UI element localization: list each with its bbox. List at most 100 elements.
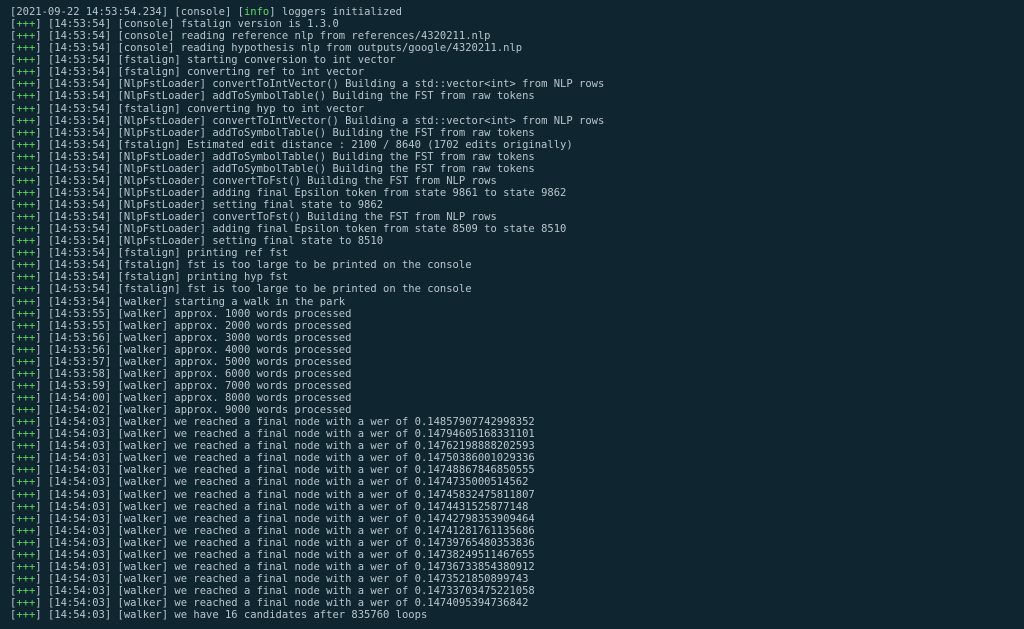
log-message: addToSymbolTable() Building the FST from… xyxy=(212,90,534,102)
logger-tag: [NlpFstLoader] xyxy=(118,127,207,139)
log-message: setting final state to 8510 xyxy=(212,235,383,247)
plus-marker: +++ xyxy=(16,54,35,66)
log-line: [2021-09-22 14:53:54.234] [console] [inf… xyxy=(10,6,1014,18)
logger-tag: [walker] xyxy=(118,476,169,488)
log-line: [+++] [14:54:03] [walker] we reached a f… xyxy=(10,464,1014,476)
plus-marker: +++ xyxy=(16,332,35,344)
logger-tag: [fstalign] xyxy=(118,66,181,78)
log-message: convertToIntVector() Building a std::vec… xyxy=(212,78,604,90)
plus-marker: +++ xyxy=(16,549,35,561)
plus-marker: +++ xyxy=(16,103,35,115)
log-line: [+++] [14:54:03] [walker] we have 16 can… xyxy=(10,609,1014,621)
log-message: fst is too large to be printed on the co… xyxy=(187,259,471,271)
plus-marker: +++ xyxy=(16,452,35,464)
log-message: addToSymbolTable() Building the FST from… xyxy=(212,127,534,139)
log-line: [+++] [14:54:03] [walker] we reached a f… xyxy=(10,513,1014,525)
log-line: [+++] [14:54:03] [walker] we reached a f… xyxy=(10,440,1014,452)
logger-tag: [walker] xyxy=(118,452,169,464)
logger-tag: [NlpFstLoader] xyxy=(118,199,207,211)
logger-tag: [NlpFstLoader] xyxy=(118,235,207,247)
plus-marker: +++ xyxy=(16,501,35,513)
plus-marker: +++ xyxy=(16,476,35,488)
log-line: [+++] [14:53:56] [walker] approx. 3000 w… xyxy=(10,332,1014,344)
log-message: approx. 6000 words processed xyxy=(174,368,351,380)
timestamp: [14:53:54] xyxy=(48,127,111,139)
logger-tag: [console] xyxy=(118,18,175,30)
log-message: approx. 1000 words processed xyxy=(174,308,351,320)
log-message: adding final Epsilon token from state 85… xyxy=(212,223,566,235)
log-line: [+++] [14:53:54] [NlpFstLoader] addToSym… xyxy=(10,90,1014,102)
log-message: approx. 3000 words processed xyxy=(174,332,351,344)
log-message: Estimated edit distance : 2100 / 8640 (1… xyxy=(187,139,573,151)
log-message: we reached a final node with a wer of 0.… xyxy=(174,489,534,501)
plus-marker: +++ xyxy=(16,127,35,139)
timestamp: [14:54:03] xyxy=(48,513,111,525)
logger-tag: [fstalign] xyxy=(118,259,181,271)
log-line: [+++] [14:54:03] [walker] we reached a f… xyxy=(10,597,1014,609)
log-message: we reached a final node with a wer of 0.… xyxy=(174,440,534,452)
log-message: addToSymbolTable() Building the FST from… xyxy=(212,151,534,163)
log-line: [+++] [14:54:00] [walker] approx. 8000 w… xyxy=(10,392,1014,404)
logger-tag: [walker] xyxy=(118,404,169,416)
plus-marker: +++ xyxy=(16,283,35,295)
log-message: converting ref to int vector xyxy=(187,66,364,78)
log-message: approx. 7000 words processed xyxy=(174,380,351,392)
log-line: [+++] [14:53:54] [NlpFstLoader] addToSym… xyxy=(10,163,1014,175)
timestamp: [14:53:54] xyxy=(48,296,111,308)
log-message: converting hyp to int vector xyxy=(187,103,364,115)
terminal-output: [2021-09-22 14:53:54.234] [console] [inf… xyxy=(10,6,1014,621)
logger-tag: [walker] xyxy=(118,585,169,597)
log-line: [+++] [14:54:02] [walker] approx. 9000 w… xyxy=(10,404,1014,416)
timestamp: [14:53:54] xyxy=(48,66,111,78)
timestamp: [14:53:55] xyxy=(48,308,111,320)
log-message: we reached a final node with a wer of 0.… xyxy=(174,549,534,561)
log-line: [+++] [14:53:54] [fstalign] Estimated ed… xyxy=(10,139,1014,151)
plus-marker: +++ xyxy=(16,66,35,78)
logger-tag: [NlpFstLoader] xyxy=(118,211,207,223)
plus-marker: +++ xyxy=(16,139,35,151)
logger-tag: [walker] xyxy=(118,380,169,392)
timestamp: [14:53:54] xyxy=(48,151,111,163)
logger-tag: [NlpFstLoader] xyxy=(118,151,207,163)
plus-marker: +++ xyxy=(16,90,35,102)
timestamp: [14:54:00] xyxy=(48,392,111,404)
log-message: fst is too large to be printed on the co… xyxy=(187,283,471,295)
log-line: [+++] [14:53:54] [console] fstalign vers… xyxy=(10,18,1014,30)
plus-marker: +++ xyxy=(16,344,35,356)
timestamp: [14:53:54] xyxy=(48,211,111,223)
plus-marker: +++ xyxy=(16,561,35,573)
timestamp: [14:54:03] xyxy=(48,573,111,585)
log-message: approx. 2000 words processed xyxy=(174,320,351,332)
plus-marker: +++ xyxy=(16,151,35,163)
log-line: [+++] [14:53:54] [NlpFstLoader] setting … xyxy=(10,199,1014,211)
log-message: reading reference nlp from references/43… xyxy=(181,30,491,42)
log-message: we reached a final node with a wer of 0.… xyxy=(174,476,528,488)
plus-marker: +++ xyxy=(16,404,35,416)
logger-tag: [walker] xyxy=(118,573,169,585)
timestamp: [14:53:56] xyxy=(48,332,111,344)
log-line: [+++] [14:53:54] [fstalign] converting r… xyxy=(10,66,1014,78)
logger-tag: [walker] xyxy=(118,561,169,573)
log-message: adding final Epsilon token from state 98… xyxy=(212,187,566,199)
log-line: [+++] [14:54:03] [walker] we reached a f… xyxy=(10,585,1014,597)
timestamp: [14:53:54] xyxy=(48,139,111,151)
log-message: approx. 9000 words processed xyxy=(174,404,351,416)
timestamp: [14:54:03] xyxy=(48,428,111,440)
plus-marker: +++ xyxy=(16,235,35,247)
plus-marker: +++ xyxy=(16,259,35,271)
timestamp: [14:53:54] xyxy=(48,223,111,235)
timestamp: [14:53:54] xyxy=(48,163,111,175)
logger-tag: [walker] xyxy=(118,356,169,368)
log-line: [+++] [14:53:54] [NlpFstLoader] addToSym… xyxy=(10,127,1014,139)
log-line: [+++] [14:53:54] [NlpFstLoader] addToSym… xyxy=(10,151,1014,163)
logger-tag: [walker] xyxy=(118,464,169,476)
timestamp: [14:53:54] xyxy=(48,259,111,271)
plus-marker: +++ xyxy=(16,440,35,452)
timestamp: [14:54:03] xyxy=(48,549,111,561)
logger-tag: [walker] xyxy=(118,513,169,525)
plus-marker: +++ xyxy=(16,42,35,54)
log-line: [+++] [14:53:54] [fstalign] fst is too l… xyxy=(10,283,1014,295)
logger-tag: [walker] xyxy=(118,320,169,332)
log-line: [+++] [14:53:54] [console] reading hypot… xyxy=(10,42,1014,54)
log-line: [+++] [14:53:54] [NlpFstLoader] adding f… xyxy=(10,223,1014,235)
